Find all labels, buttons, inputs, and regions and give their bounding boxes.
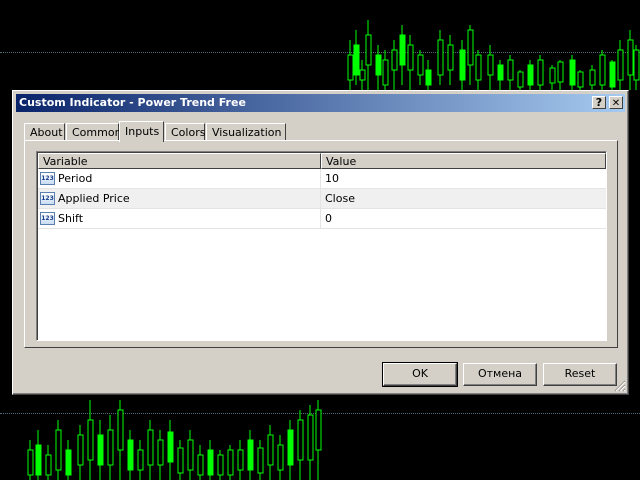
- candle-body: [399, 34, 406, 66]
- variable-name: Applied Price: [58, 192, 130, 205]
- column-header-value[interactable]: Value: [321, 153, 606, 169]
- variable-name: Shift: [58, 212, 84, 225]
- candle-body: [425, 69, 432, 86]
- candle-body: [609, 61, 616, 88]
- reset-button[interactable]: Reset: [543, 363, 617, 386]
- candle-body: [549, 67, 556, 84]
- candle-body: [617, 49, 624, 81]
- candle-body: [267, 434, 274, 466]
- candle-body: [557, 61, 564, 83]
- candle-body: [599, 54, 606, 86]
- inputs-list[interactable]: Variable Value 123 Period 10 123 Applied…: [36, 151, 607, 341]
- tab-visualization[interactable]: Visualization: [206, 123, 286, 141]
- candle-body: [633, 49, 640, 81]
- candle-body: [507, 59, 514, 81]
- column-header-variable[interactable]: Variable: [38, 153, 321, 169]
- candle-body: [297, 419, 304, 461]
- candle-body: [315, 409, 322, 451]
- candle-body: [45, 454, 52, 476]
- candle-body: [167, 431, 174, 463]
- numeric-input-icon: 123: [40, 192, 55, 205]
- candle-body: [517, 71, 524, 88]
- candle-body: [577, 71, 584, 88]
- variable-value[interactable]: 0: [325, 212, 332, 225]
- candle-body: [589, 69, 596, 86]
- candle-body: [307, 414, 314, 461]
- candle-body: [497, 64, 504, 81]
- candle-body: [247, 439, 254, 471]
- candle-body: [187, 439, 194, 471]
- candle-body: [391, 49, 398, 71]
- candle-body: [127, 439, 134, 471]
- dialog-title: Custom Indicator - Power Trend Free: [19, 96, 246, 109]
- candle-body: [217, 454, 224, 476]
- tab-about[interactable]: About: [24, 123, 65, 141]
- candle-body: [35, 444, 42, 476]
- candle-body: [147, 429, 154, 466]
- candle-body: [177, 447, 184, 474]
- ok-button[interactable]: OK: [382, 362, 458, 387]
- candle-body: [447, 44, 454, 71]
- candle-body: [382, 59, 389, 86]
- table-row[interactable]: 123 Period 10: [38, 169, 606, 189]
- candle-body: [437, 39, 444, 76]
- candle-body: [27, 449, 34, 476]
- table-row[interactable]: 123 Applied Price Close: [38, 189, 606, 209]
- close-icon: ✕: [611, 98, 621, 109]
- candle-body: [207, 449, 214, 476]
- custom-indicator-dialog: Custom Indicator - Power Trend Free ? ✕ …: [12, 90, 629, 395]
- title-bar[interactable]: Custom Indicator - Power Trend Free ? ✕: [16, 94, 625, 112]
- candle-body: [227, 449, 234, 476]
- table-row[interactable]: 123 Shift 0: [38, 209, 606, 229]
- candle-body: [467, 29, 474, 66]
- candle-body: [627, 39, 634, 76]
- list-header: Variable Value: [38, 153, 606, 169]
- resize-grip-icon[interactable]: [614, 380, 626, 392]
- candle-body: [537, 59, 544, 86]
- candle-body: [197, 454, 204, 476]
- candle-body: [77, 434, 84, 466]
- candle-body: [375, 54, 382, 76]
- candle-body: [459, 49, 466, 81]
- cancel-button[interactable]: Отмена: [463, 363, 537, 386]
- candle-body: [287, 429, 294, 466]
- inputs-panel: Variable Value 123 Period 10 123 Applied…: [24, 140, 618, 348]
- candle-body: [527, 64, 534, 86]
- candle-body: [257, 447, 264, 474]
- candle-body: [487, 54, 494, 76]
- variable-name: Period: [58, 172, 93, 185]
- candle-body: [65, 449, 72, 476]
- candle-body: [359, 69, 366, 81]
- tab-inputs[interactable]: Inputs: [119, 121, 164, 142]
- candle-body: [277, 444, 284, 471]
- help-button[interactable]: ?: [592, 96, 606, 109]
- numeric-input-icon: 123: [40, 212, 55, 225]
- candle-body: [347, 54, 354, 81]
- tab-colors[interactable]: Colors: [165, 123, 205, 141]
- candle-body: [157, 439, 164, 466]
- candle-body: [353, 44, 360, 76]
- candle-body: [365, 34, 372, 66]
- candle-body: [107, 429, 114, 466]
- candle-body: [97, 434, 104, 466]
- tab-common[interactable]: Common: [66, 123, 122, 141]
- candle-body: [407, 44, 414, 71]
- candle-body: [417, 54, 424, 76]
- close-button[interactable]: ✕: [609, 96, 623, 109]
- candle-body: [237, 449, 244, 471]
- variable-value[interactable]: 10: [325, 172, 339, 185]
- candle-body: [475, 54, 482, 81]
- candle-body: [87, 419, 94, 461]
- numeric-input-icon: 123: [40, 172, 55, 185]
- candle-body: [117, 409, 124, 451]
- candle-body: [55, 429, 62, 471]
- variable-value[interactable]: Close: [325, 192, 355, 205]
- help-icon: ?: [595, 96, 603, 109]
- candle-body: [569, 59, 576, 86]
- candle-body: [137, 449, 144, 471]
